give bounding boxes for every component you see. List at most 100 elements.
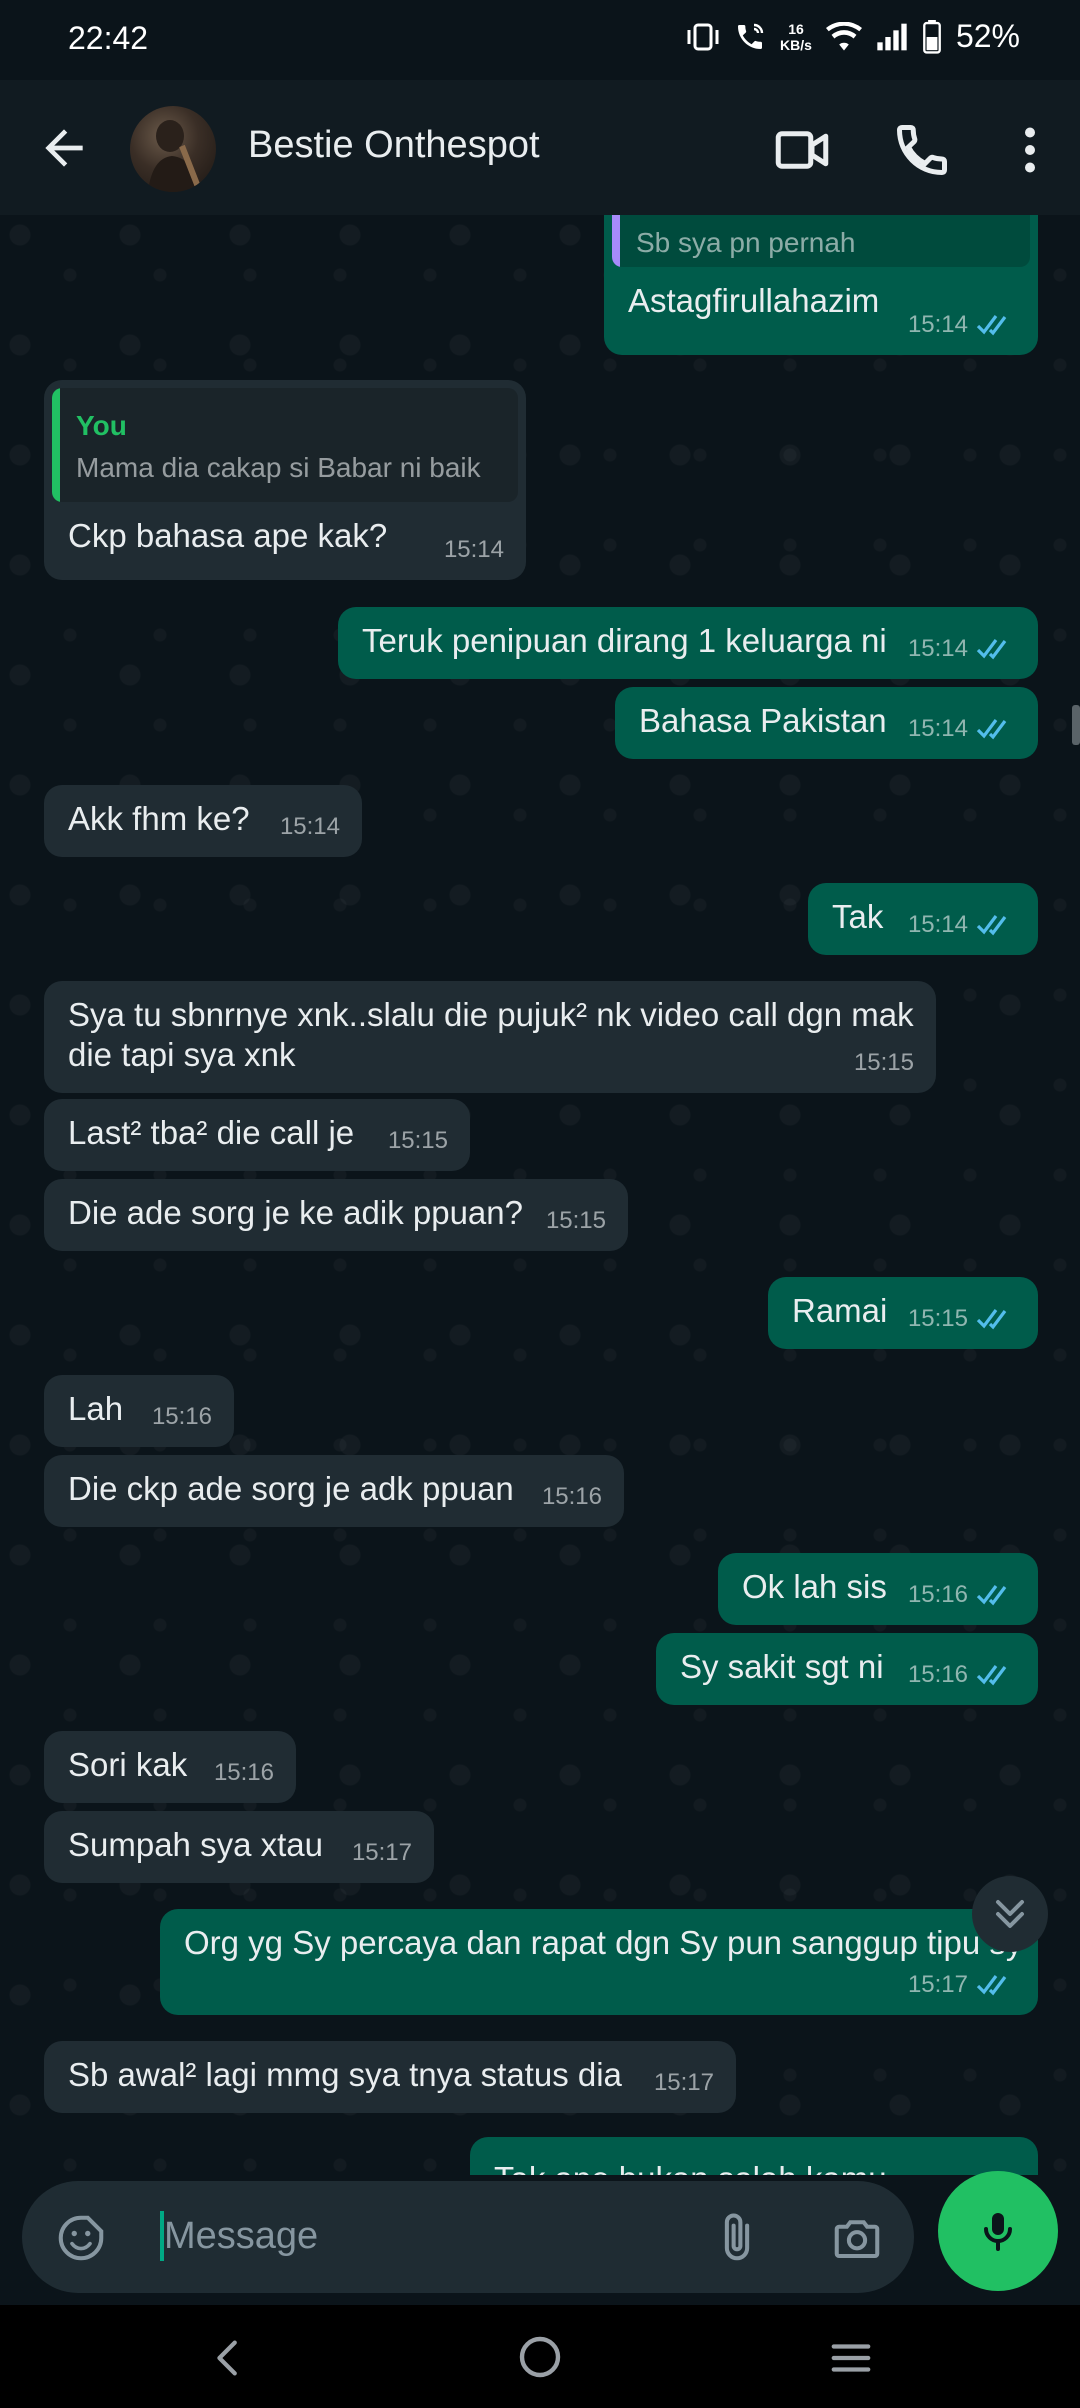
quoted-text: Sb sya pn pernah bbox=[636, 227, 856, 258]
camera-icon[interactable] bbox=[830, 2211, 884, 2265]
message-input[interactable]: Message bbox=[22, 2181, 914, 2293]
message-bubble-incoming[interactable]: Sb awal² lagi mmg sya tnya status dia 15… bbox=[44, 2041, 736, 2113]
sticker-icon[interactable] bbox=[54, 2211, 108, 2265]
message-bubble-outgoing[interactable]: Bahasa Pakistan 15:14 bbox=[615, 687, 1038, 759]
message-meta: 15:17 bbox=[352, 1833, 412, 1873]
message-placeholder: Message bbox=[164, 2215, 319, 2257]
nav-recents-icon[interactable] bbox=[828, 2335, 874, 2381]
message-text: Sy sakit sgt ni bbox=[680, 1648, 884, 1685]
status-time: 22:42 bbox=[68, 20, 149, 56]
contact-name[interactable]: Bestie Onthespot bbox=[248, 124, 540, 167]
wifi-calling-icon bbox=[738, 23, 764, 49]
network-speed-unit: KB/s bbox=[780, 36, 812, 53]
microphone-icon bbox=[984, 2213, 1012, 2251]
message-bubble-incoming[interactable]: Die ckp ade sorg je adk ppuan 15:16 bbox=[44, 1455, 624, 1527]
voice-message-button[interactable] bbox=[938, 2171, 1058, 2291]
message-text: Tak ape bukan salah kamu bbox=[494, 2159, 887, 2175]
message-meta: 15:14 bbox=[908, 905, 1016, 945]
message-text: Sb awal² lagi mmg sya tnya status dia bbox=[68, 2056, 622, 2093]
message-text: Akk fhm ke? bbox=[68, 800, 250, 837]
message-text: Teruk penipuan dirang 1 keluarga ni bbox=[362, 622, 887, 659]
status-icons: 16 KB/s 52% bbox=[686, 18, 1020, 55]
message-meta: 15:14 bbox=[908, 709, 1016, 749]
system-navigation-bar bbox=[0, 2305, 1080, 2408]
nav-back-icon[interactable] bbox=[206, 2335, 252, 2381]
quoted-message[interactable]: You Mama dia cakap si Babar ni baik bbox=[52, 388, 518, 502]
quote-accent-bar bbox=[52, 388, 60, 502]
status-bar: 22:42 16 KB/s 52% bbox=[0, 0, 1080, 80]
message-time: 15:14 bbox=[279, 813, 340, 840]
message-text: Sori kak bbox=[68, 1746, 188, 1783]
double-chevron-down-icon bbox=[996, 1900, 1024, 1928]
attach-icon[interactable] bbox=[710, 2211, 764, 2265]
read-ticks-icon bbox=[976, 1975, 1007, 1996]
message-bubble-outgoing[interactable]: Teruk penipuan dirang 1 keluarga ni 15:1… bbox=[338, 607, 1038, 679]
message-bubble-incoming[interactable]: Sumpah sya xtau 15:17 bbox=[44, 1811, 434, 1883]
battery-icon bbox=[923, 19, 941, 54]
message-bubble-outgoing[interactable]: Sb sya pn pernah Astagfirullahazim 15:14 bbox=[604, 215, 1038, 355]
message-time: 15:16 bbox=[541, 1483, 602, 1510]
message-text: Lah bbox=[68, 1390, 124, 1427]
more-options-icon[interactable] bbox=[1000, 120, 1060, 180]
chat-history[interactable]: Sb sya pn pernah Astagfirullahazim 15:14… bbox=[0, 215, 1080, 2175]
message-bubble-incoming[interactable]: Die ade sorg je ke adik ppuan? 15:15 bbox=[44, 1179, 628, 1251]
read-ticks-icon bbox=[976, 1585, 1007, 1606]
message-bubble-outgoing[interactable]: Sy sakit sgt ni 15:16 bbox=[656, 1633, 1038, 1705]
message-time: 15:14 bbox=[907, 715, 968, 742]
scroll-to-bottom-button[interactable] bbox=[972, 1876, 1048, 1952]
message-bubble-incoming[interactable]: Lah 15:16 bbox=[44, 1375, 234, 1447]
message-meta: 15:16 bbox=[908, 1575, 1016, 1615]
message-bubble-incoming[interactable]: Akk fhm ke? 15:14 bbox=[44, 785, 362, 857]
message-meta: 15:16 bbox=[152, 1397, 212, 1437]
message-text: Ramai bbox=[792, 1292, 888, 1329]
message-bubble-outgoing[interactable]: Tak ape bukan salah kamu bbox=[470, 2137, 1038, 2175]
quote-accent-bar bbox=[612, 215, 620, 267]
message-text: Die ckp ade sorg je adk ppuan bbox=[68, 1470, 514, 1507]
wifi-icon bbox=[825, 21, 862, 50]
message-time: 15:16 bbox=[907, 1581, 968, 1608]
message-time: 15:14 bbox=[443, 536, 504, 563]
message-time: 15:15 bbox=[545, 1207, 606, 1234]
message-time: 15:14 bbox=[907, 911, 968, 938]
message-text: Ok lah sis bbox=[742, 1568, 887, 1605]
message-bubble-incoming[interactable]: Sori kak 15:16 bbox=[44, 1731, 296, 1803]
message-text: Sumpah sya xtau bbox=[68, 1826, 323, 1863]
message-text: Die ade sorg je ke adik ppuan? bbox=[68, 1194, 523, 1231]
message-time: 15:17 bbox=[351, 1839, 412, 1866]
message-bubble-outgoing[interactable]: Ramai 15:15 bbox=[768, 1277, 1038, 1349]
message-bubble-outgoing[interactable]: Tak 15:14 bbox=[808, 883, 1038, 955]
message-meta: 15:15 bbox=[388, 1121, 448, 1161]
message-bubble-incoming[interactable]: You Mama dia cakap si Babar ni baik Ckp … bbox=[44, 380, 526, 580]
read-ticks-icon bbox=[976, 1309, 1007, 1330]
message-text: Tak bbox=[832, 898, 884, 935]
message-bubble-incoming[interactable]: Last² tba² die call je 15:15 bbox=[44, 1099, 470, 1171]
battery-percent: 52% bbox=[955, 18, 1020, 54]
message-bubble-outgoing[interactable]: Ok lah sis 15:16 bbox=[718, 1553, 1038, 1625]
network-speed-value: 16 bbox=[788, 20, 804, 37]
video-call-icon[interactable] bbox=[772, 120, 832, 180]
message-time: 15:16 bbox=[907, 1661, 968, 1688]
message-text-line1: Sya tu sbnrnye xnk..slalu die pujuk² nk … bbox=[68, 996, 914, 1033]
avatar[interactable] bbox=[130, 106, 216, 192]
message-time: 15:16 bbox=[151, 1403, 212, 1430]
message-text: Last² tba² die call je bbox=[68, 1114, 355, 1151]
network-speed: 16 KB/s bbox=[780, 21, 812, 53]
phone-call-icon[interactable] bbox=[892, 120, 952, 180]
message-bubble-incoming[interactable]: Sya tu sbnrnye xnk..slalu die pujuk² nk … bbox=[44, 981, 936, 1093]
message-bubble-outgoing[interactable]: Org yg Sy percaya dan rapat dgn Sy pun s… bbox=[160, 1909, 1038, 2015]
profile-photo-icon bbox=[148, 120, 203, 192]
message-meta: 15:14 bbox=[908, 305, 1016, 345]
message-time: 15:15 bbox=[387, 1127, 448, 1154]
message-text: Ckp bahasa ape kak? bbox=[68, 517, 388, 554]
message-meta: 15:17 bbox=[654, 2063, 714, 2103]
message-meta: 15:17 bbox=[908, 1965, 1016, 2005]
message-text-line2: die tapi sya xnk bbox=[68, 1036, 296, 1073]
back-arrow-icon[interactable] bbox=[36, 120, 92, 176]
nav-home-icon[interactable] bbox=[516, 2333, 564, 2381]
scroll-indicator[interactable] bbox=[1072, 705, 1080, 745]
message-text: Astagfirullahazim bbox=[628, 282, 880, 319]
message-time: 15:14 bbox=[907, 311, 968, 338]
message-meta: 15:16 bbox=[908, 1655, 1016, 1695]
read-ticks-icon bbox=[976, 719, 1007, 740]
quoted-message[interactable]: Sb sya pn pernah bbox=[612, 215, 1030, 267]
